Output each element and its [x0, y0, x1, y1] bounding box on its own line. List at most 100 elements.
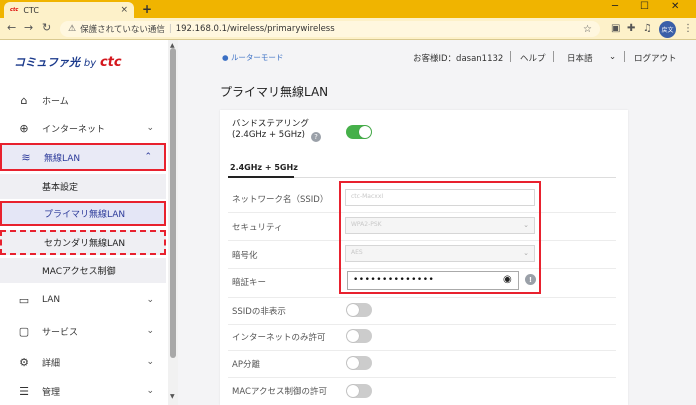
toggle-knob — [347, 304, 359, 316]
chat-icon: ▢ — [18, 324, 30, 338]
band-steering-label-line2: (2.4GHz + 5GHz) — [232, 130, 305, 140]
help-link[interactable]: ヘルプ — [520, 52, 546, 64]
sidebar-item-label: 無線LAN — [44, 153, 81, 164]
submenu-basic-settings[interactable]: 基本設定 — [0, 174, 166, 199]
sidebar-item-label: LAN — [42, 295, 61, 305]
help-icon[interactable]: ? — [311, 132, 321, 142]
profile-avatar[interactable]: 戻文 — [659, 21, 676, 38]
row-divider — [228, 324, 616, 325]
browser-tab[interactable]: ctc CTC × — [4, 2, 134, 18]
address-toolbar: ← → ↻ ⚠ 保護されていない通信 | 192.168.0.1/wireles… — [0, 18, 696, 40]
band-steering-label: バンドステアリング (2.4GHz + 5GHz) — [232, 119, 309, 141]
chevron-down-icon: ⌄ — [146, 357, 154, 367]
gear-icon: ⚙ — [19, 355, 29, 369]
extensions-puzzle-icon[interactable]: ✚ — [627, 23, 635, 34]
page-title: プライマリ無線LAN — [220, 85, 329, 99]
internet-only-toggle[interactable] — [346, 329, 372, 343]
sidebar: コミュファ光 by ctc ⌂ ホーム ⊕ インターネット ⌄ ≋ 無線LAN … — [0, 40, 168, 405]
wifi-icon: ≋ — [21, 150, 31, 164]
bookmark-star-icon[interactable]: ☆ — [583, 24, 592, 35]
sidebar-item-management[interactable]: ☰ 管理 ⌄ — [0, 377, 166, 405]
reload-icon[interactable]: ↻ — [42, 21, 51, 34]
minimize-icon[interactable]: ─ — [612, 1, 618, 12]
logout-link[interactable]: ログアウト — [634, 52, 677, 64]
submenu-secondary-wireless[interactable]: セカンダリ無線LAN — [0, 230, 166, 255]
submenu-label: 基本設定 — [42, 183, 79, 193]
toggle-knob — [347, 330, 359, 342]
sidebar-item-internet[interactable]: ⊕ インターネット ⌄ — [0, 114, 166, 142]
toggle-knob — [359, 126, 371, 138]
security-label: セキュリティ — [232, 223, 283, 233]
nav-divider — [624, 51, 625, 62]
browser-tab-bar: ctc CTC × + ─ ☐ ✕ — [0, 0, 696, 18]
chevron-down-icon[interactable]: ⌄ — [609, 52, 616, 62]
sidebar-scrollbar-thumb[interactable] — [170, 48, 176, 358]
submenu-mac-access-control[interactable]: MACアクセス制御 — [0, 258, 166, 283]
toggle-label: SSIDの非表示 — [232, 307, 286, 317]
language-select[interactable]: 日本語 — [567, 52, 593, 64]
row-divider — [228, 297, 616, 298]
sidebar-item-advanced[interactable]: ⚙ 詳細 ⌄ — [0, 348, 166, 376]
submenu-primary-wireless[interactable]: プライマリ無線LAN — [0, 201, 166, 226]
sidebar-item-label: インターネット — [42, 124, 106, 135]
chevron-down-icon: ⌄ — [146, 295, 154, 305]
router-mode-link[interactable]: ● ルーターモード — [222, 52, 283, 63]
hide-ssid-toggle[interactable] — [346, 303, 372, 317]
sidebar-item-label: サービス — [42, 327, 79, 338]
toggle-knob — [347, 357, 359, 369]
sidebar-item-home[interactable]: ⌂ ホーム — [0, 86, 166, 114]
scroll-up-icon[interactable]: ▲ — [170, 42, 175, 49]
globe-icon: ⊕ — [19, 121, 29, 135]
back-icon[interactable]: ← — [7, 21, 16, 34]
highlight-box — [339, 181, 541, 294]
submenu-label: プライマリ無線LAN — [44, 210, 126, 220]
toggle-knob — [347, 385, 359, 397]
logo-text: コミュファ光 — [14, 56, 80, 69]
address-bar[interactable]: ⚠ 保護されていない通信 | 192.168.0.1/wireless/prim… — [60, 21, 600, 37]
nav-divider — [553, 51, 554, 62]
ssid-label: ネットワーク名（SSID） — [232, 195, 329, 205]
sidebar-item-lan[interactable]: ▭ LAN ⌄ — [0, 286, 166, 314]
media-icon[interactable]: ♫ — [643, 23, 652, 34]
address-separator: | — [168, 24, 172, 34]
sidebar-item-services[interactable]: ▢ サービス ⌄ — [0, 317, 166, 345]
new-tab-button[interactable]: + — [142, 2, 152, 16]
customer-id: お客様ID：dasan1132 — [413, 54, 504, 64]
row-divider — [228, 350, 616, 351]
toggle-label: AP分離 — [232, 360, 260, 370]
sliders-icon: ☰ — [19, 384, 29, 398]
extension-pdf-icon[interactable]: ▣ — [611, 23, 620, 34]
maximize-icon[interactable]: ☐ — [640, 1, 649, 12]
close-tab-icon[interactable]: × — [120, 5, 128, 15]
scroll-down-icon[interactable]: ▼ — [170, 393, 175, 400]
chevron-down-icon: ⌄ — [146, 123, 154, 133]
band-steering-toggle[interactable] — [346, 125, 372, 139]
key-label: 暗証キー — [232, 278, 267, 288]
mac-access-toggle[interactable] — [346, 384, 372, 398]
logo-by: by — [83, 58, 97, 69]
tab-band[interactable]: 2.4GHz + 5GHz — [230, 163, 298, 172]
browser-menu-icon[interactable]: ⋮ — [683, 23, 693, 34]
url-text[interactable]: 192.168.0.1/wireless/primarywireless — [176, 24, 335, 34]
band-steering-label-line1: バンドステアリング — [232, 119, 309, 129]
router-mode-label: ルーターモード — [230, 53, 284, 62]
sidebar-item-label: 管理 — [42, 387, 61, 398]
toggle-label: インターネットのみ許可 — [232, 333, 326, 343]
submenu-label: セカンダリ無線LAN — [44, 239, 126, 249]
brand-logo[interactable]: コミュファ光 by ctc — [14, 54, 122, 70]
forward-icon[interactable]: → — [24, 21, 33, 34]
chevron-down-icon: ⌄ — [146, 386, 154, 396]
warning-icon[interactable]: ⚠ — [68, 24, 76, 34]
submenu-label: MACアクセス制御 — [42, 267, 116, 277]
tab-title: CTC — [23, 5, 39, 15]
sidebar-item-wireless-lan[interactable]: ≋ 無線LAN ⌃ — [0, 143, 166, 171]
ap-isolation-toggle[interactable] — [346, 356, 372, 370]
chevron-up-icon: ⌃ — [144, 152, 152, 162]
close-window-icon[interactable]: ✕ — [671, 1, 679, 12]
logo-ctc: ctc — [99, 55, 122, 70]
nav-divider — [510, 51, 511, 62]
security-warning-text: 保護されていない通信 — [80, 25, 165, 35]
row-divider — [228, 377, 616, 378]
ctc-favicon-icon: ctc — [10, 7, 19, 13]
monitor-icon: ▭ — [18, 293, 30, 307]
